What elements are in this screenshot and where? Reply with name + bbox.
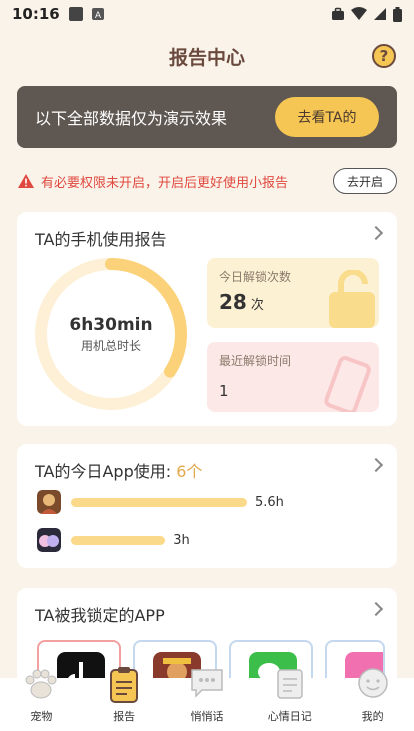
app-usage-row: 3h <box>37 528 190 552</box>
app-notification-icon <box>68 7 83 21</box>
paw-icon <box>25 669 57 699</box>
demo-banner: 以下全部数据仅为演示效果 去看TA的 <box>17 86 397 148</box>
report-icon <box>110 667 139 703</box>
chat-icon <box>191 669 223 698</box>
usage-bar <box>71 497 247 507</box>
ring-center: 6h30min 用机总时长 <box>33 256 189 412</box>
game-avatar-icon <box>37 490 61 514</box>
page-header: 报告中心 ? <box>0 36 414 76</box>
tab-label: 我的 <box>361 710 384 723</box>
permission-notice: 有必要权限未开启，开启后更好使用小报告 去开启 <box>17 166 397 196</box>
total-usage-time: 6h30min <box>69 314 153 335</box>
tab-label: 报告 <box>113 710 136 723</box>
app-usage-title: TA的今日App使用: 6个 <box>35 458 202 482</box>
demo-banner-text: 以下全部数据仅为演示效果 <box>35 109 228 128</box>
phone-report-title: TA的手机使用报告 <box>35 230 167 249</box>
last-unlock-value: 1 <box>219 382 229 400</box>
phone-usage-report-card[interactable]: TA的手机使用报告 6h30min 用机总时长 今日解锁次数 28 次 最近解锁时… <box>17 212 397 426</box>
chevron-right-icon[interactable] <box>368 457 384 473</box>
unlock-count-label: 今日解锁次数 <box>219 270 292 284</box>
app-usage-count: 6个 <box>176 462 203 481</box>
tab-report[interactable]: 报告 <box>83 667 165 731</box>
usage-duration: 5.6h <box>255 494 284 510</box>
locked-apps-title: TA被我锁定的APP <box>35 606 165 625</box>
usage-bar <box>71 535 166 545</box>
app-usage-card[interactable]: TA的今日App使用: 6个 5.6h 3h <box>17 444 397 568</box>
total-usage-label: 用机总时长 <box>80 338 141 353</box>
unlock-count-number: 28 <box>219 290 247 314</box>
usage-duration: 3h <box>173 532 190 548</box>
enable-permission-button[interactable]: 去开启 <box>333 168 397 194</box>
bottom-tab-bar: 宠物 报告 悄悄话 心情日记 我的 <box>0 667 414 731</box>
status-bar: 10:16 A <box>0 0 414 28</box>
question-icon[interactable]: ? <box>372 44 396 68</box>
chevron-right-icon[interactable] <box>368 601 384 617</box>
phone-outline-icon <box>324 356 371 412</box>
signal-icon <box>374 8 386 20</box>
wifi-icon <box>351 7 367 20</box>
cute-app-icon <box>37 528 61 552</box>
tab-mood-diary[interactable]: 心情日记 <box>249 669 331 731</box>
app-usage-row: 5.6h <box>37 490 284 514</box>
battery-icon <box>393 6 402 22</box>
a-notification-icon: A <box>91 8 104 20</box>
last-unlock-label: 最近解锁时间 <box>219 354 292 368</box>
tab-whisper[interactable]: 悄悄话 <box>166 669 248 731</box>
diary-icon <box>277 669 303 699</box>
briefcase-icon <box>332 7 344 20</box>
view-ta-button[interactable]: 去看TA的 <box>275 97 379 137</box>
svg-text:A: A <box>95 10 101 20</box>
status-time: 10:16 <box>12 5 60 23</box>
tab-label: 宠物 <box>30 710 53 723</box>
tab-pet[interactable]: 宠物 <box>0 669 82 731</box>
unlock-lock-icon <box>329 270 375 328</box>
unlock-count-value: 28 次 <box>219 290 264 314</box>
permission-text: 有必要权限未开启，开启后更好使用小报告 <box>41 175 289 191</box>
tab-profile[interactable]: 我的 <box>332 668 414 731</box>
chevron-right-icon[interactable] <box>368 225 384 241</box>
warning-icon <box>18 174 34 188</box>
tab-label: 悄悄话 <box>190 710 224 723</box>
last-unlock-card: 最近解锁时间 1 <box>207 342 379 412</box>
tab-label: 心情日记 <box>267 710 312 723</box>
unlock-count-card: 今日解锁次数 28 次 <box>207 258 379 328</box>
unlock-count-unit: 次 <box>250 298 264 313</box>
profile-icon <box>357 668 388 698</box>
page-title: 报告中心 <box>168 46 245 69</box>
app-usage-title-text: TA的今日App使用: <box>35 462 172 481</box>
